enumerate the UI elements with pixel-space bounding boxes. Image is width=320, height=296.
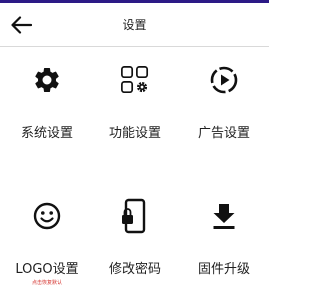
restore-default-hint[interactable]: 点击恢复默认 xyxy=(2,279,92,286)
tile-label: 广告设置 xyxy=(197,126,250,141)
logo-settings-tile[interactable]: LOGO设置 点击恢复默认 xyxy=(2,186,92,296)
page-title: 设置 xyxy=(122,18,147,32)
ad-settings-tile[interactable]: 广告设置 xyxy=(179,50,269,160)
gear-icon xyxy=(32,62,62,98)
change-password-tile[interactable]: 修改密码 xyxy=(90,186,180,296)
system-settings-tile[interactable]: 系统设置 xyxy=(2,50,92,160)
tile-label: LOGO设置 xyxy=(15,262,79,277)
tile-label: 固件升级 xyxy=(197,262,250,277)
firmware-upgrade-tile[interactable]: 固件升级 xyxy=(179,186,269,296)
phone-lock-icon xyxy=(120,198,150,234)
smiley-icon xyxy=(32,198,62,234)
play-circle-icon xyxy=(209,62,239,98)
app-header: 设置 xyxy=(0,3,269,47)
tile-label: 系统设置 xyxy=(20,126,73,141)
tile-label: 修改密码 xyxy=(108,262,161,277)
download-icon xyxy=(209,198,239,234)
grid-gear-icon xyxy=(120,62,150,98)
tile-label: 功能设置 xyxy=(108,126,161,141)
function-settings-tile[interactable]: 功能设置 xyxy=(90,50,180,160)
